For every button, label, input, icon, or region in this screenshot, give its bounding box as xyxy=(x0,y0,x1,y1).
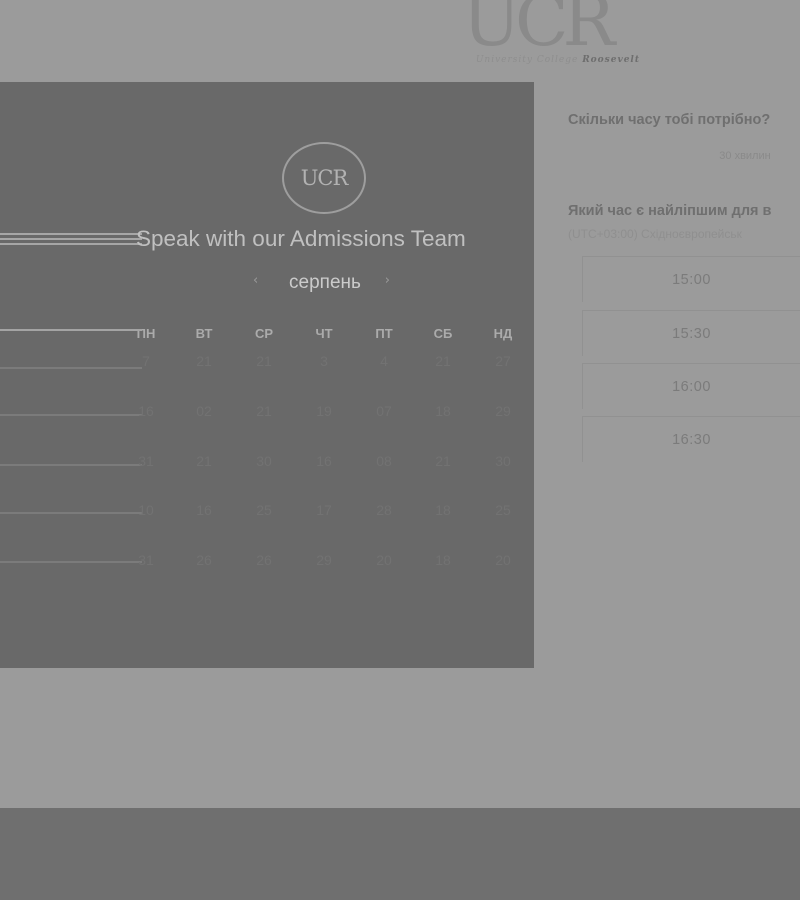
calendar-day[interactable]: 21 xyxy=(244,403,284,419)
calendar-day[interactable]: 16 xyxy=(126,403,166,419)
calendar-day[interactable]: 26 xyxy=(184,552,224,568)
calendar-day[interactable]: 3 xyxy=(304,353,344,369)
booking-title: Speak with our Admissions Team xyxy=(136,226,466,251)
calendar-day[interactable]: 21 xyxy=(423,353,463,369)
calendar-day[interactable]: 7 xyxy=(126,353,166,369)
time-slot-label: 16:00 xyxy=(672,378,711,395)
calendar-day[interactable]: 20 xyxy=(483,552,523,568)
calendar-day[interactable]: 28 xyxy=(364,502,404,518)
calendar-day[interactable]: 16 xyxy=(184,502,224,518)
guide-line xyxy=(0,329,142,331)
calendar-day[interactable]: 29 xyxy=(483,403,523,419)
calendar-day[interactable]: 20 xyxy=(364,552,404,568)
time-slot[interactable]: 16:30 xyxy=(582,416,800,462)
calendar-day[interactable]: 08 xyxy=(364,453,404,469)
time-slot[interactable]: 15:00 xyxy=(582,256,800,302)
calendar-day[interactable]: 27 xyxy=(483,353,523,369)
time-slot-label: 15:30 xyxy=(672,325,711,342)
footer xyxy=(0,808,800,900)
weekday-fri: ПТ xyxy=(375,326,393,341)
brand-logo-subtitle-a: University College xyxy=(475,55,583,65)
calendar-day[interactable]: 18 xyxy=(423,403,463,419)
calendar-day[interactable]: 31 xyxy=(126,552,166,568)
calendar-day[interactable]: 21 xyxy=(184,353,224,369)
calendar-day[interactable]: 4 xyxy=(364,353,404,369)
timezone-label[interactable]: (UTC+03:00) Східноєвропейськ xyxy=(568,227,742,241)
calendar-day[interactable]: 16 xyxy=(304,453,344,469)
calendar-day[interactable]: 25 xyxy=(483,502,523,518)
calendar-day[interactable]: 18 xyxy=(423,502,463,518)
calendar-day[interactable]: 19 xyxy=(304,403,344,419)
calendar-day[interactable]: 07 xyxy=(364,403,404,419)
month-label: серпень xyxy=(289,272,361,293)
calendar-day[interactable]: 18 xyxy=(423,552,463,568)
brand-logo-subtitle: University College Roosevelt xyxy=(450,55,640,65)
calendar-day[interactable]: 31 xyxy=(126,453,166,469)
guide-line xyxy=(0,464,142,466)
calendar-day[interactable]: 21 xyxy=(423,453,463,469)
calendar-day[interactable]: 30 xyxy=(244,453,284,469)
time-slot[interactable]: 15:30 xyxy=(582,310,800,356)
time-slot-label: 16:30 xyxy=(672,431,711,448)
calendar-day[interactable]: 17 xyxy=(304,502,344,518)
calendar-day[interactable]: 21 xyxy=(184,453,224,469)
calendar-day[interactable]: 25 xyxy=(244,502,284,518)
time-question: Який час є найліпшим для в xyxy=(568,203,772,219)
weekday-tue: ВТ xyxy=(195,326,213,341)
guide-line xyxy=(0,561,142,563)
chevron-right-icon[interactable]: › xyxy=(385,273,390,288)
booking-logo: UCR xyxy=(282,142,366,214)
guide-line xyxy=(0,512,142,514)
weekday-sun: НД xyxy=(493,326,513,341)
booking-logo-text: UCR xyxy=(300,166,349,190)
brand-logo-subtitle-b: Roosevelt xyxy=(582,55,640,65)
duration-question: Скільки часу тобі потрібно? xyxy=(568,112,771,128)
booking-panel xyxy=(0,82,534,668)
brand-logo-mark: UCR xyxy=(462,0,615,62)
weekday-wed: СР xyxy=(254,326,274,341)
calendar-day[interactable]: 30 xyxy=(483,453,523,469)
time-slot[interactable]: 16:00 xyxy=(582,363,800,409)
decorative-lines xyxy=(0,233,142,249)
time-slot-label: 15:00 xyxy=(672,271,711,288)
guide-line xyxy=(0,367,142,369)
calendar-day[interactable]: 02 xyxy=(184,403,224,419)
guide-line xyxy=(0,414,142,416)
duration-option[interactable]: 30 хвилин xyxy=(690,150,800,162)
calendar-day[interactable]: 21 xyxy=(244,353,284,369)
weekday-thu: ЧТ xyxy=(315,326,333,341)
calendar-day[interactable]: 29 xyxy=(304,552,344,568)
calendar-day[interactable]: 26 xyxy=(244,552,284,568)
weekday-sat: СБ xyxy=(433,326,453,341)
calendar-day[interactable]: 10 xyxy=(126,502,166,518)
brand-logo: UCR University College Roosevelt xyxy=(440,0,640,68)
month-navigator: ‹ серпень › xyxy=(250,270,400,298)
